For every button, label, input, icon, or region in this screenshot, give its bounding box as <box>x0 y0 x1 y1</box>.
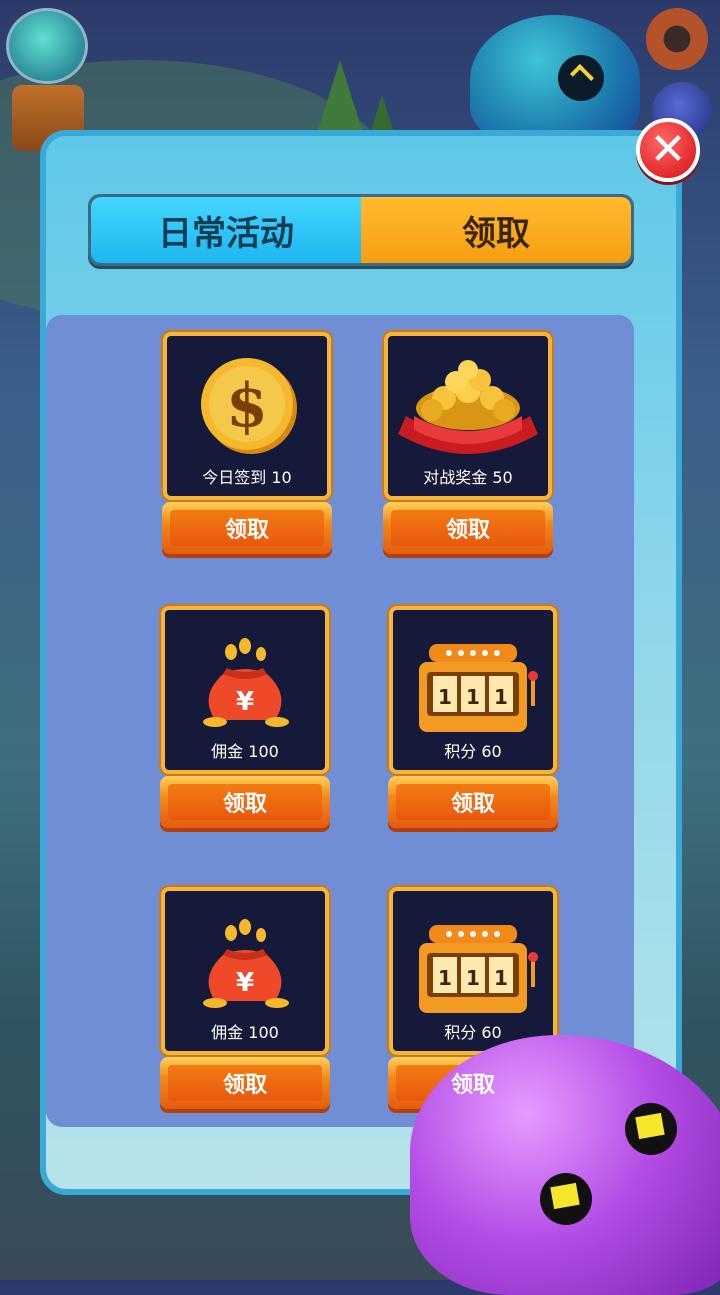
reward-card: 对战奖金 50 <box>384 332 552 500</box>
reward-card: $ 今日签到 10 <box>163 332 331 500</box>
reward-card: 1 1 1 积分 60 <box>389 606 557 774</box>
slime-eye <box>540 1173 592 1225</box>
money-bag-icon: ¥ <box>165 620 325 740</box>
gold-coin-pile-icon <box>388 346 548 466</box>
slime-avatar-icon[interactable] <box>6 8 88 84</box>
claim-button[interactable]: 领取 <box>383 502 553 554</box>
tab-claim[interactable]: 领取 <box>361 197 631 263</box>
slot-machine-icon: 1 1 1 <box>393 620 553 740</box>
gear-icon[interactable] <box>646 8 708 70</box>
reward-card: ¥ 佣金 100 <box>161 887 329 1055</box>
svg-text:¥: ¥ <box>236 968 254 998</box>
tab-daily-activity[interactable]: 日常活动 <box>91 197 361 263</box>
reward-label: 今日签到 10 <box>202 468 292 487</box>
svg-text:1: 1 <box>438 685 452 709</box>
claim-button[interactable]: 领取 <box>388 776 558 828</box>
teal-slime-mascot <box>470 15 640 145</box>
background-tree <box>318 60 362 130</box>
reward-label: 佣金 100 <box>211 742 279 761</box>
close-icon: ✕ <box>649 124 687 175</box>
reward-label: 佣金 100 <box>211 1023 279 1042</box>
svg-text:$: $ <box>226 371 268 441</box>
tab-bar: 日常活动 领取 <box>88 194 634 266</box>
dollar-coin-icon: $ <box>167 346 327 466</box>
claim-button[interactable]: 领取 <box>160 1057 330 1109</box>
reward-card: 1 1 1 积分 60 <box>389 887 557 1055</box>
svg-text:1: 1 <box>466 966 480 990</box>
svg-text:1: 1 <box>438 966 452 990</box>
claim-button[interactable]: 领取 <box>160 776 330 828</box>
reward-label: 积分 60 <box>444 742 502 761</box>
slime-eye <box>625 1103 677 1155</box>
close-button[interactable]: ✕ <box>636 118 700 182</box>
slot-machine-icon: 1 1 1 <box>393 901 553 1021</box>
reward-label: 对战奖金 50 <box>423 468 513 487</box>
reward-card: ¥ 佣金 100 <box>161 606 329 774</box>
svg-text:1: 1 <box>466 685 480 709</box>
svg-text:1: 1 <box>494 966 508 990</box>
svg-text:¥: ¥ <box>236 687 254 717</box>
slime-eye <box>558 55 604 101</box>
claim-button[interactable]: 领取 <box>162 502 332 554</box>
money-bag-icon: ¥ <box>165 901 325 1021</box>
svg-text:1: 1 <box>494 685 508 709</box>
